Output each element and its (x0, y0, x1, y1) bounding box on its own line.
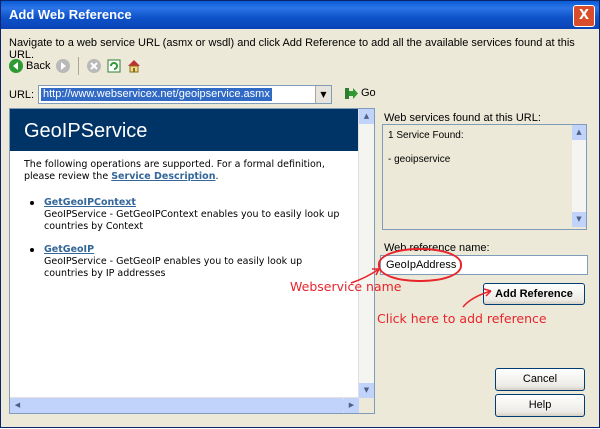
vertical-scrollbar[interactable]: ▲ ▼ (358, 109, 374, 398)
annotation-webservice-name: Webservice name (290, 279, 402, 294)
horizontal-scrollbar[interactable]: ◀ ▶ (10, 397, 359, 413)
annotation-oval (378, 248, 462, 282)
service-banner: GeoIPService (10, 109, 359, 151)
close-button[interactable]: X (573, 5, 595, 27)
scroll-right-icon[interactable]: ▶ (344, 398, 359, 413)
go-label: Go (361, 87, 376, 99)
scroll-down-icon[interactable]: ▼ (572, 212, 586, 227)
scroll-left-icon[interactable]: ◀ (10, 398, 25, 413)
refresh-icon[interactable] (107, 59, 121, 73)
url-label: URL: (9, 89, 35, 101)
scroll-thumb[interactable] (24, 398, 344, 413)
cancel-button[interactable]: Cancel (495, 368, 585, 391)
service-description: The following operations are supported. … (24, 159, 354, 183)
back-label: Back (26, 60, 51, 72)
operation-link-getgeoipcontext[interactable]: GetGeoIPContext (44, 197, 136, 208)
browser-pane: GeoIPService The following operations ar… (9, 108, 375, 414)
bullet-icon (30, 248, 34, 252)
add-web-reference-dialog: Add Web Reference X Navigate to a web se… (0, 0, 600, 428)
scroll-corner (359, 398, 374, 413)
annotation-click-here: Click here to add reference (377, 311, 547, 326)
services-found-box: 1 Service Found: - geoipservice ▲ ▼ (382, 124, 587, 230)
services-found-label: Web services found at this URL: (384, 112, 541, 124)
window-title: Add Web Reference (9, 7, 132, 22)
services-count: 1 Service Found: (388, 130, 464, 141)
go-button[interactable]: Go (345, 87, 376, 99)
operation-item: GetGeoIPContext GeoIPService - GetGeoIPC… (30, 197, 349, 233)
back-button[interactable]: Back (9, 59, 50, 73)
toolbar-separator (78, 57, 80, 75)
chevron-down-icon[interactable]: ▼ (315, 86, 331, 103)
bullet-icon (30, 201, 34, 205)
forward-arrow-icon[interactable] (56, 59, 71, 73)
scroll-up-icon[interactable]: ▲ (572, 125, 586, 140)
add-reference-button[interactable]: Add Reference (483, 283, 585, 305)
toolbar: Back (9, 55, 141, 77)
stop-icon[interactable] (87, 59, 102, 73)
scroll-up-icon[interactable]: ▲ (359, 109, 374, 124)
url-combobox[interactable]: http://www.webservicex.net/geoipservice.… (38, 85, 332, 104)
scroll-down-icon[interactable]: ▼ (359, 383, 374, 398)
title-bar: Add Web Reference X (1, 1, 599, 29)
home-icon[interactable] (127, 59, 141, 73)
back-arrow-icon (9, 59, 23, 73)
url-input[interactable]: http://www.webservicex.net/geoipservice.… (41, 88, 272, 101)
intro-suffix: . (215, 171, 219, 182)
operation-item: GetGeoIP GeoIPService - GetGeoIP enables… (30, 244, 349, 280)
services-scrollbar[interactable]: ▲ ▼ (572, 125, 586, 227)
help-button[interactable]: Help (495, 394, 585, 417)
service-description-link[interactable]: Service Description (111, 171, 215, 182)
operation-description: GeoIPService - GetGeoIPContext enables y… (44, 209, 340, 232)
operation-link-getgeoip[interactable]: GetGeoIP (44, 244, 94, 255)
go-arrow-icon (345, 87, 358, 99)
service-title: GeoIPService (24, 120, 148, 142)
operation-description: GeoIPService - GetGeoIP enables you to e… (44, 256, 303, 279)
service-item: - geoipservice (388, 154, 451, 165)
